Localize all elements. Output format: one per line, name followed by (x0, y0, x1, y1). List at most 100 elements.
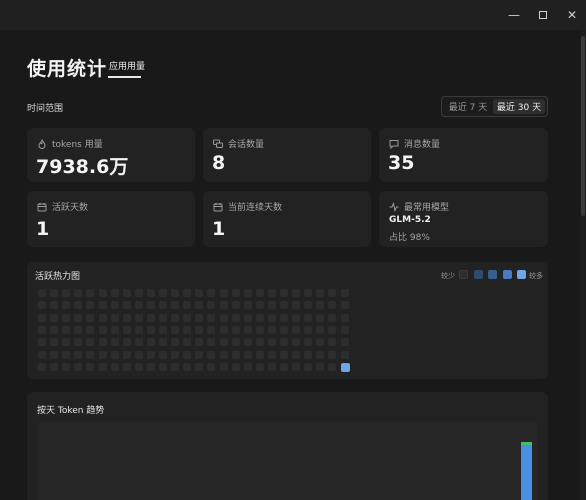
heatmap-cell[interactable] (267, 350, 276, 359)
maximize-button[interactable] (529, 0, 557, 30)
heatmap-cell[interactable] (267, 338, 276, 347)
heatmap-cell[interactable] (280, 362, 288, 371)
heatmap-cell[interactable] (38, 301, 46, 310)
heatmap-cell[interactable] (38, 362, 46, 371)
heatmap-cell[interactable] (304, 338, 313, 347)
heatmap-cell[interactable] (134, 301, 143, 310)
range-7-days-button[interactable]: 最近 7 天 (446, 99, 490, 114)
heatmap-cell[interactable] (50, 289, 59, 297)
heatmap-cell[interactable] (328, 338, 337, 347)
heatmap-cell[interactable] (304, 350, 313, 359)
heatmap-cell[interactable] (110, 350, 119, 359)
heatmap-cell[interactable] (243, 289, 252, 297)
heatmap-cell[interactable] (171, 350, 180, 359)
heatmap-cell[interactable] (328, 362, 337, 371)
heatmap-cell[interactable] (219, 325, 228, 334)
heatmap-cell[interactable] (243, 325, 252, 334)
heatmap-cell[interactable] (50, 350, 59, 359)
heatmap-cell[interactable] (98, 338, 107, 347)
heatmap-cell[interactable] (243, 362, 252, 371)
heatmap-cell[interactable] (98, 301, 107, 310)
heatmap-cell[interactable] (280, 325, 288, 334)
heatmap-cell[interactable] (86, 338, 95, 347)
heatmap-cell[interactable] (62, 325, 71, 334)
heatmap-cell[interactable] (74, 289, 83, 297)
heatmap-cell[interactable] (292, 289, 301, 297)
heatmap-cell[interactable] (74, 362, 83, 371)
heatmap-cell[interactable] (219, 338, 228, 347)
heatmap-cell[interactable] (38, 325, 46, 334)
heatmap-cell[interactable] (159, 313, 167, 322)
heatmap-cell[interactable] (86, 362, 95, 371)
heatmap-cell[interactable] (86, 313, 95, 322)
heatmap-cell[interactable] (122, 362, 131, 371)
heatmap-cell[interactable] (316, 301, 325, 310)
heatmap-cell[interactable] (159, 350, 167, 359)
heatmap-cell[interactable] (231, 301, 240, 310)
heatmap-cell[interactable] (328, 289, 337, 297)
heatmap-cell[interactable] (50, 325, 59, 334)
heatmap-cell[interactable] (292, 325, 301, 334)
scrollbar[interactable] (580, 30, 586, 500)
heatmap-cell[interactable] (38, 338, 46, 347)
heatmap-cell[interactable] (183, 289, 192, 297)
heatmap-cell[interactable] (50, 338, 59, 347)
heatmap-cell[interactable] (316, 362, 325, 371)
heatmap-cell[interactable] (280, 301, 288, 310)
heatmap-cell[interactable] (255, 362, 264, 371)
heatmap-cell[interactable] (159, 301, 167, 310)
heatmap-cell[interactable] (183, 338, 192, 347)
heatmap-cell[interactable] (183, 325, 192, 334)
heatmap-cell[interactable] (304, 325, 313, 334)
heatmap-cell[interactable] (62, 362, 71, 371)
heatmap-cell[interactable] (328, 301, 337, 310)
heatmap-cell[interactable] (183, 301, 192, 310)
heatmap-cell[interactable] (340, 325, 349, 334)
heatmap-cell[interactable] (159, 362, 167, 371)
heatmap-cell[interactable] (171, 362, 180, 371)
heatmap-cell[interactable] (340, 350, 349, 359)
heatmap-cell[interactable] (195, 301, 204, 310)
heatmap-cell[interactable] (231, 362, 240, 371)
heatmap-cell[interactable] (171, 301, 180, 310)
heatmap-cell[interactable] (86, 350, 95, 359)
heatmap-cell[interactable] (195, 362, 204, 371)
heatmap-cell[interactable] (328, 313, 337, 322)
heatmap-cell[interactable] (38, 350, 46, 359)
heatmap-cell[interactable] (134, 289, 143, 297)
heatmap-cell[interactable] (292, 362, 301, 371)
heatmap-cell[interactable] (146, 350, 155, 359)
heatmap-cell[interactable] (171, 325, 180, 334)
range-30-days-button[interactable]: 最近 30 天 (493, 99, 545, 114)
heatmap-cell[interactable] (98, 313, 107, 322)
heatmap-cell[interactable] (267, 289, 276, 297)
heatmap-cell[interactable] (304, 362, 313, 371)
heatmap-cell[interactable] (231, 313, 240, 322)
heatmap-cell[interactable] (267, 313, 276, 322)
heatmap-cell[interactable] (292, 313, 301, 322)
heatmap-cell[interactable] (267, 325, 276, 334)
heatmap-cell[interactable] (219, 350, 228, 359)
heatmap-cell[interactable] (98, 289, 107, 297)
heatmap-cell[interactable] (243, 350, 252, 359)
heatmap-cell[interactable] (171, 289, 180, 297)
minimize-button[interactable]: — (500, 0, 528, 30)
heatmap-cell[interactable] (267, 362, 276, 371)
heatmap-cell[interactable] (207, 313, 216, 322)
heatmap-cell[interactable] (146, 313, 155, 322)
heatmap-cell[interactable] (134, 350, 143, 359)
heatmap-cell[interactable] (183, 313, 192, 322)
heatmap-cell[interactable] (122, 301, 131, 310)
heatmap-cell[interactable] (122, 289, 131, 297)
heatmap-cell[interactable] (219, 289, 228, 297)
heatmap-cell[interactable] (171, 338, 180, 347)
heatmap-cell[interactable] (146, 301, 155, 310)
heatmap-cell[interactable] (231, 350, 240, 359)
heatmap-cell[interactable] (183, 350, 192, 359)
heatmap-cell[interactable] (110, 289, 119, 297)
heatmap-cell[interactable] (280, 289, 288, 297)
heatmap-cell[interactable] (328, 350, 337, 359)
heatmap-cell[interactable] (340, 338, 349, 347)
heatmap-cell[interactable] (255, 301, 264, 310)
heatmap-cell[interactable] (280, 338, 288, 347)
